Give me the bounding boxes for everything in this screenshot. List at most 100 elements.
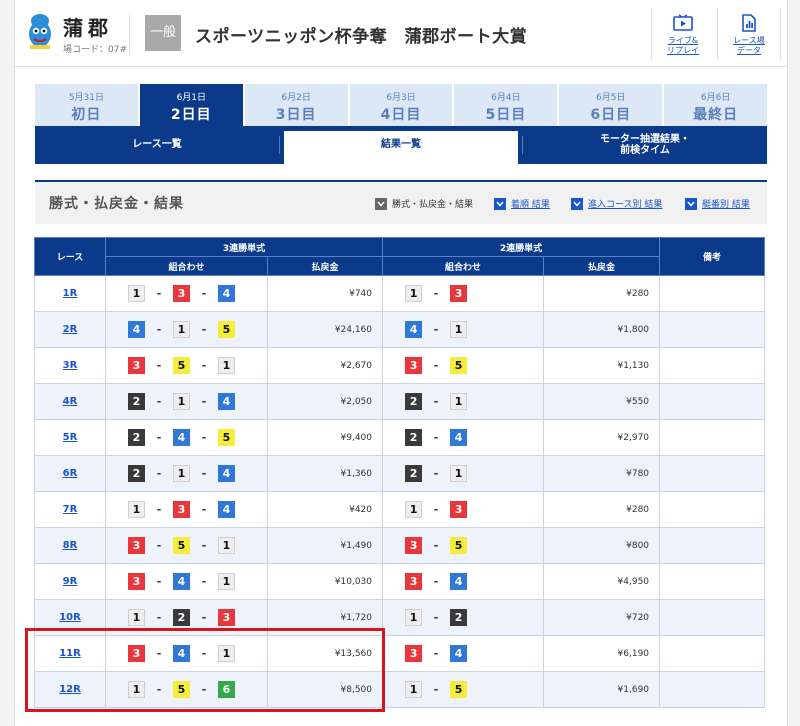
notes-cell (659, 635, 766, 672)
race-link[interactable]: 6R (63, 468, 78, 479)
day-tab-2[interactable]: 6月1日 2日目 (139, 84, 243, 126)
combo-separator: - (433, 575, 439, 588)
boat-number-badge: 3 (128, 573, 145, 590)
combo-separator: - (201, 287, 207, 300)
combination-cell: 1-3-4 (105, 275, 268, 312)
boat-number-badge: 1 (173, 321, 190, 338)
race-link[interactable]: 12R (59, 684, 81, 695)
filter-label: 艇番別 結果 (702, 200, 750, 210)
boat-number-badge: 2 (405, 465, 423, 482)
day-tab-5[interactable]: 6月4日 5日目 (454, 84, 558, 126)
boat-number-badge: 1 (218, 537, 235, 554)
filter-label: 進入コース別 結果 (588, 200, 663, 210)
race-link[interactable]: 5R (63, 432, 78, 443)
tab-race-list[interactable]: レース一覧 (35, 126, 279, 164)
boat-number-badge: 1 (450, 465, 468, 482)
chevron-down-icon (494, 197, 506, 210)
boat-number-badge: 3 (218, 609, 235, 626)
payout-cell: ¥13,560 (266, 635, 384, 672)
day-tab-6[interactable]: 6月5日 6日目 (559, 84, 663, 126)
payout-cell: ¥280 (543, 275, 661, 312)
boat-number-badge: 4 (450, 645, 468, 662)
live-replay-button[interactable]: ライブ& リプレイ (651, 8, 714, 60)
header-race: レース (34, 237, 106, 276)
race-cell: 4R (34, 383, 106, 420)
payout-cell: ¥4,950 (543, 563, 661, 600)
payout-cell: ¥780 (543, 455, 661, 492)
payout-cell: ¥2,970 (543, 419, 661, 456)
filter-course[interactable]: 進入コース別 結果 (571, 197, 662, 210)
race-link[interactable]: 4R (63, 396, 78, 407)
combo-separator: - (433, 539, 439, 552)
day-tab-4[interactable]: 6月3日 4日目 (349, 84, 453, 126)
race-link[interactable]: 9R (63, 576, 78, 587)
notes-cell (659, 383, 766, 420)
table-row: 10R 1-2-3 ¥1,720 1-2 ¥720 (34, 599, 766, 636)
combo-separator: - (156, 647, 162, 660)
race-link[interactable]: 10R (59, 612, 81, 623)
combination-cell: 1-3-4 (105, 491, 268, 528)
header-trifecta: 3連勝単式 (104, 237, 384, 257)
boat-number-badge: 4 (173, 573, 190, 590)
combination-cell: 2-4 (382, 419, 545, 456)
combo-separator: - (201, 467, 207, 480)
combo-separator: - (156, 287, 162, 300)
boat-number-badge: 1 (405, 681, 423, 698)
tab-results-list[interactable]: 結果一覧 (284, 131, 518, 164)
filter-payout[interactable]: 勝式・払戻金・結果 (375, 197, 473, 210)
race-link[interactable]: 3R (63, 360, 78, 371)
race-link[interactable]: 8R (63, 540, 78, 551)
race-cell: 12R (34, 671, 106, 708)
boat-number-badge: 4 (173, 429, 190, 446)
race-link[interactable]: 11R (59, 648, 81, 659)
tab-motor-results[interactable]: モーター抽選結果・ 前検タイム (523, 126, 767, 164)
combination-cell: 3-5-1 (105, 347, 268, 384)
combo-separator: - (433, 647, 439, 660)
chevron-down-icon (375, 197, 387, 210)
boat-number-badge: 3 (450, 285, 468, 302)
boat-number-badge: 3 (128, 357, 145, 374)
combination-cell: 4-1 (382, 311, 545, 348)
combo-separator: - (433, 323, 439, 336)
combo-separator: - (201, 395, 207, 408)
combo-separator: - (433, 683, 439, 696)
venue-data-button[interactable]: レース場 データ (717, 8, 781, 60)
table-row: 12R 1-5-6 ¥8,500 1-5 ¥1,690 (34, 671, 766, 708)
filter-finish-order[interactable]: 着順 結果 (494, 197, 550, 210)
day-tab-3[interactable]: 6月2日 3日目 (244, 84, 348, 126)
filter-boat-number[interactable]: 艇番別 結果 (685, 197, 750, 210)
combination-cell: 1-2 (382, 599, 545, 636)
boat-number-badge: 3 (405, 357, 423, 374)
combination-cell: 3-5 (382, 527, 545, 564)
boat-number-badge: 5 (450, 357, 468, 374)
day-name: 2日目 (170, 107, 212, 123)
race-cell: 2R (34, 311, 106, 348)
combination-cell: 2-1-4 (105, 455, 268, 492)
combo-separator: - (201, 575, 207, 588)
results-body: 1R 1-3-4 ¥740 1-3 ¥280 2R 4-1-5 ¥24,160 4-1 ¥1,80… (34, 275, 766, 708)
boat-number-badge: 1 (128, 285, 145, 302)
combo-separator: - (201, 611, 207, 624)
race-link[interactable]: 1R (63, 288, 78, 299)
day-tab-7[interactable]: 6月6日 最終日 (664, 84, 768, 126)
boat-number-badge: 4 (173, 645, 190, 662)
combo-separator: - (201, 683, 207, 696)
filter-label: 勝式・払戻金・結果 (392, 200, 474, 210)
payout-cell: ¥420 (266, 491, 384, 528)
combo-separator: - (433, 431, 439, 444)
combo-separator: - (201, 539, 207, 552)
venue-name: 蒲郡 (63, 16, 113, 40)
boat-number-badge: 4 (128, 321, 145, 338)
race-link[interactable]: 7R (63, 504, 78, 515)
boat-number-badge: 4 (405, 321, 423, 338)
day-tab-1[interactable]: 5月31日 初日 (35, 84, 138, 126)
payout-cell: ¥1,800 (543, 311, 661, 348)
boat-number-badge: 5 (218, 321, 235, 338)
boat-number-badge: 3 (405, 573, 423, 590)
combination-cell: 1-3 (382, 491, 545, 528)
combo-separator: - (156, 431, 162, 444)
race-link[interactable]: 2R (63, 324, 78, 335)
combination-cell: 1-3 (382, 275, 545, 312)
combo-separator: - (433, 395, 439, 408)
combination-cell: 1-5-6 (105, 671, 268, 708)
